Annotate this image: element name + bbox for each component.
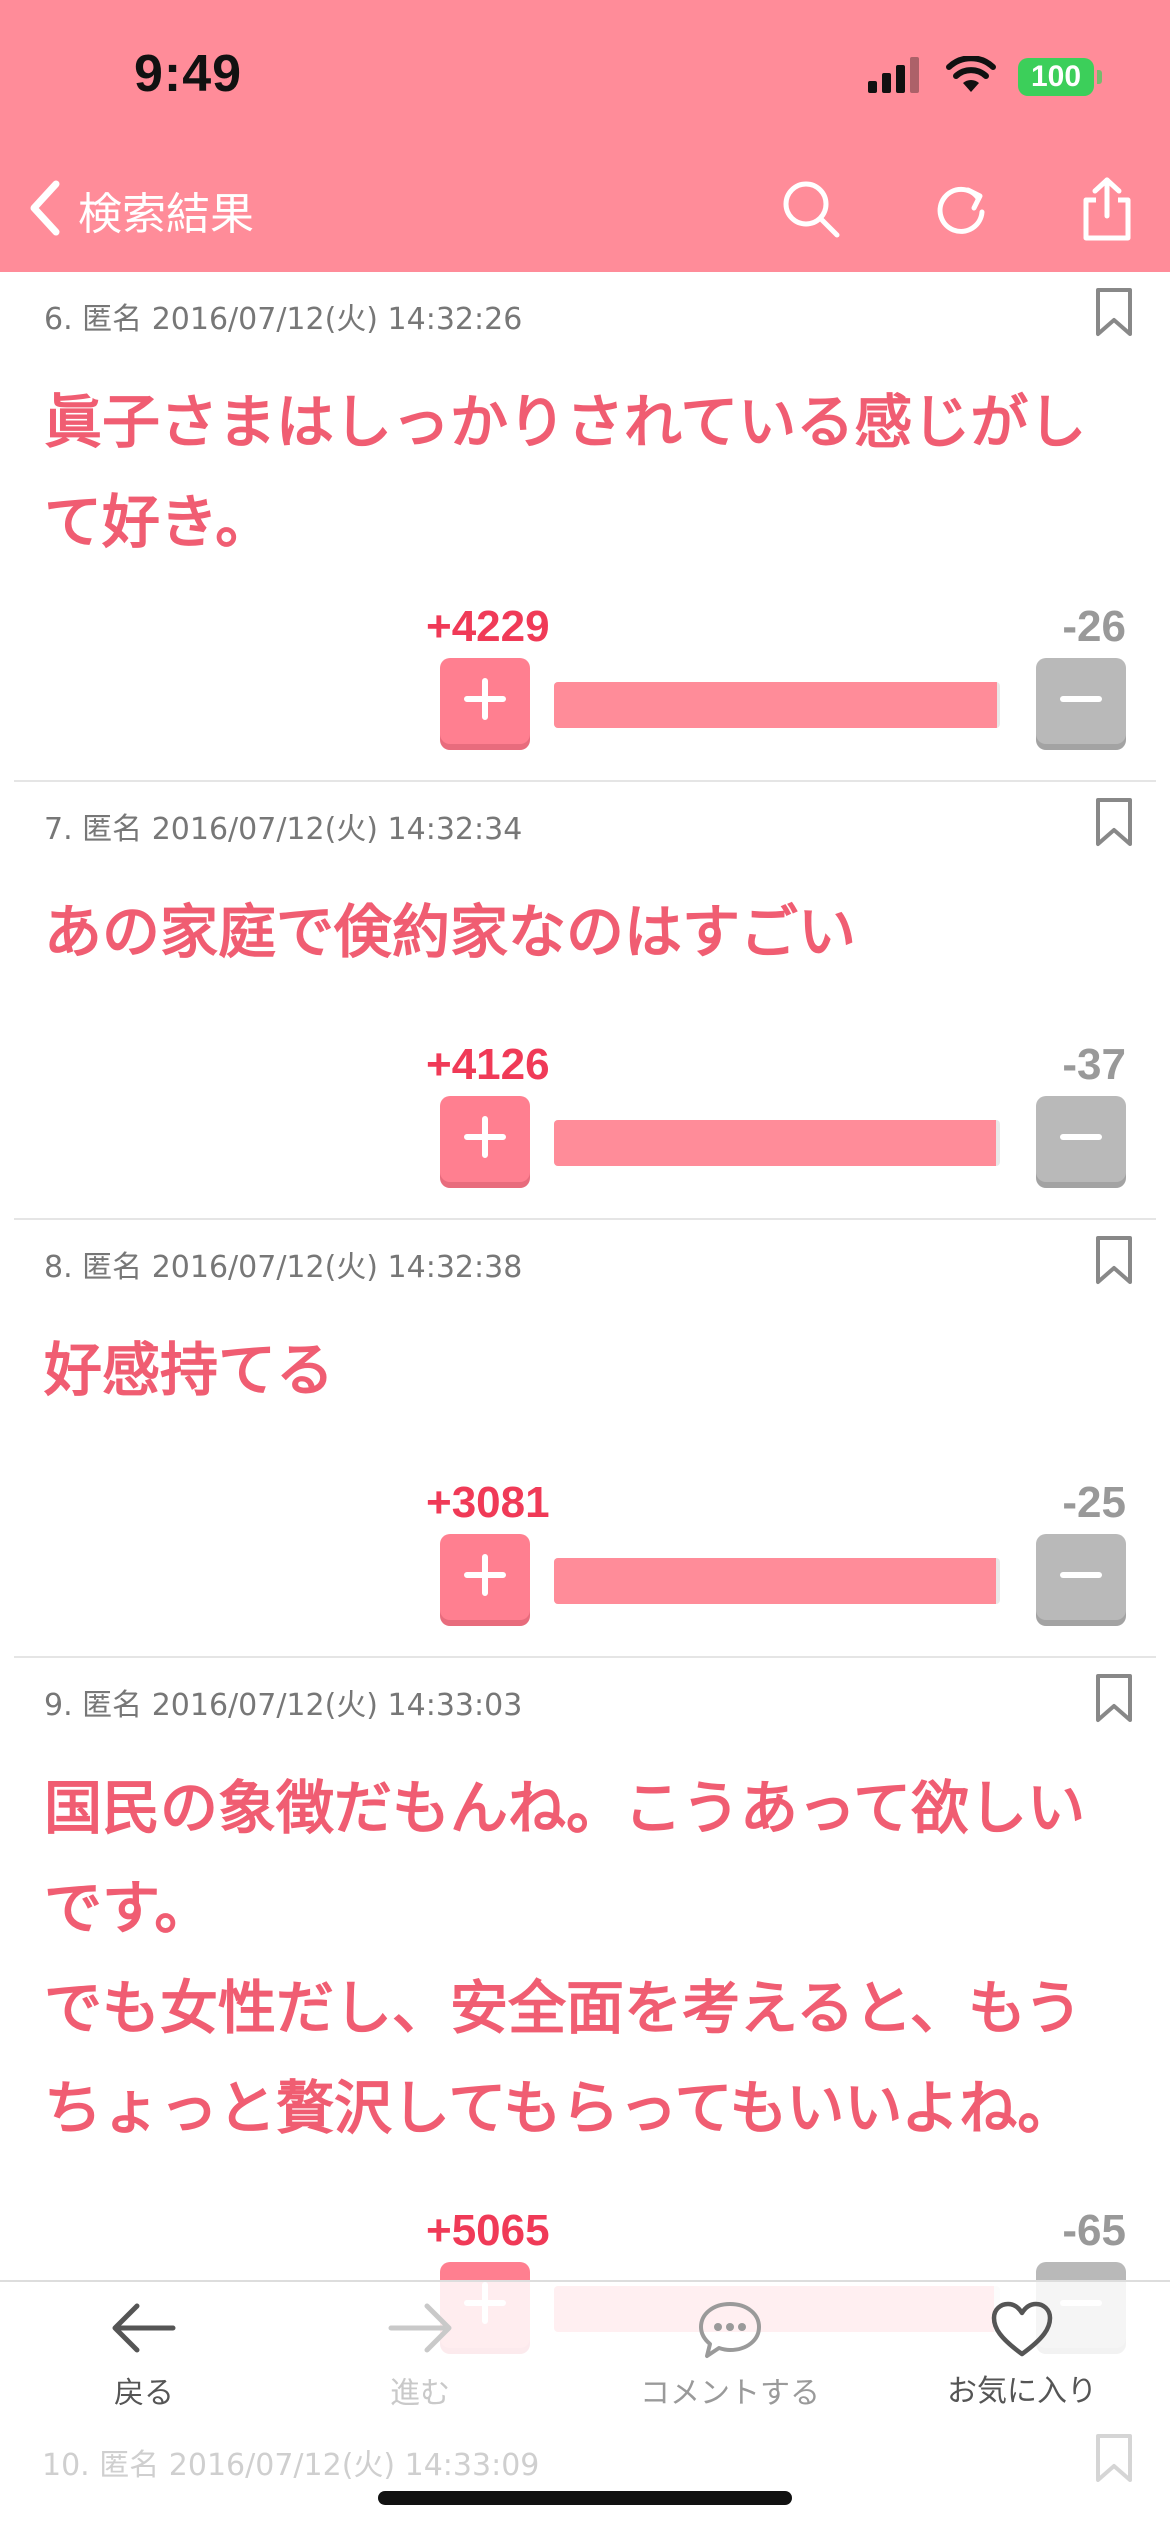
reload-icon[interactable]	[932, 180, 990, 242]
comment-meta: 6. 匿名 2016/07/12(火) 14:32:26	[44, 302, 523, 337]
forward-button[interactable]: 進む	[300, 2300, 540, 2412]
plus-count: +5065	[426, 2206, 550, 2255]
vote-ratio-bar	[554, 1558, 1000, 1604]
comment-text: 眞子さまはしっかりされている感じがして好き。	[44, 388, 1087, 556]
plus-button[interactable]	[440, 658, 530, 744]
app-screen: 9:49 100 検索結果 6. 匿名 2016/07/12(火) 14:32:…	[0, 0, 1170, 2532]
forward-label: 進む	[390, 2376, 450, 2411]
arrow-right-icon	[385, 2303, 455, 2360]
share-icon[interactable]	[1080, 176, 1134, 246]
plus-count: +4229	[426, 602, 550, 651]
comment-item: 6. 匿名 2016/07/12(火) 14:32:26 眞子さまはしっかりされ…	[14, 272, 1156, 782]
plus-icon	[463, 677, 507, 725]
header-bar: 9:49 100 検索結果	[0, 0, 1170, 272]
comment-item: 7. 匿名 2016/07/12(火) 14:32:34 あの家庭で倹約家なのは…	[14, 782, 1156, 1220]
favorite-button[interactable]: お気に入り	[902, 2300, 1142, 2410]
vote-ratio-fill	[554, 1120, 996, 1166]
comment-text: あの家庭で倹約家なのはすごい	[44, 898, 857, 966]
comment-label: コメントする	[640, 2376, 820, 2411]
comment-item: 9. 匿名 2016/07/12(火) 14:33:03 国民の象徴だもんね。こ…	[14, 1658, 1156, 2358]
chevron-left-icon	[26, 178, 66, 242]
minus-button[interactable]	[1036, 658, 1126, 744]
comment-text: 好感持てる	[44, 1336, 335, 1404]
minus-count: -65	[1062, 2206, 1126, 2255]
minus-icon	[1059, 677, 1103, 725]
plus-button[interactable]	[440, 1534, 530, 1620]
back-button[interactable]: 戻る	[24, 2300, 264, 2412]
search-icon[interactable]	[780, 178, 842, 244]
bookmark-icon[interactable]	[1094, 1672, 1134, 1728]
minus-button[interactable]	[1036, 1534, 1126, 1620]
minus-count: -25	[1062, 1478, 1126, 1527]
navigation-bar: 検索結果	[0, 168, 1170, 272]
nav-actions	[780, 176, 1134, 246]
bookmark-icon[interactable]	[1094, 796, 1134, 852]
bookmark-icon[interactable]	[1094, 286, 1134, 342]
comment-meta: 7. 匿名 2016/07/12(火) 14:32:34	[44, 812, 523, 847]
favorite-label: お気に入り	[947, 2374, 1097, 2409]
vote-ratio-bar	[554, 1120, 1000, 1166]
status-icons: 100	[868, 55, 1102, 98]
speech-bubble-icon	[697, 2302, 763, 2364]
comment-list: 6. 匿名 2016/07/12(火) 14:32:26 眞子さまはしっかりされ…	[0, 272, 1170, 2358]
minus-count: -37	[1062, 1040, 1126, 1089]
plus-count: +3081	[426, 1478, 550, 1527]
arrow-left-icon	[109, 2303, 179, 2360]
back-label: 戻る	[114, 2376, 174, 2411]
minus-button[interactable]	[1036, 1096, 1126, 1182]
comment-button[interactable]: コメントする	[610, 2300, 850, 2412]
plus-icon	[463, 1115, 507, 1163]
vote-ratio-fill	[554, 682, 998, 728]
comment-text: 国民の象徴だもんね。こうあって欲しいです。 でも女性だし、安全面を考えると、もう…	[44, 1774, 1086, 2142]
battery-indicator: 100	[1018, 58, 1102, 96]
comment-meta: 9. 匿名 2016/07/12(火) 14:33:03	[44, 1688, 523, 1723]
vote-ratio-fill	[554, 1558, 997, 1604]
nav-title: 検索結果	[78, 189, 254, 240]
vote-widget: +3081 -25	[426, 1478, 1126, 1628]
next-comment-meta: 10. 匿名 2016/07/12(火) 14:33:09	[42, 2448, 540, 2483]
heart-icon	[990, 2301, 1054, 2362]
plus-icon	[463, 1553, 507, 1601]
cellular-signal-icon	[868, 57, 924, 97]
comment-meta: 8. 匿名 2016/07/12(火) 14:32:38	[44, 1250, 523, 1285]
minus-icon	[1059, 1115, 1103, 1163]
wifi-icon	[946, 55, 996, 98]
vote-widget: +4229 -26	[426, 602, 1126, 752]
vote-widget: +4126 -37	[426, 1040, 1126, 1190]
comment-item: 8. 匿名 2016/07/12(火) 14:32:38 好感持てる +3081…	[14, 1220, 1156, 1658]
minus-icon	[1059, 1553, 1103, 1601]
bookmark-icon[interactable]	[1094, 1234, 1134, 1290]
status-time: 9:49	[134, 45, 243, 103]
home-indicator	[378, 2491, 792, 2505]
plus-button[interactable]	[440, 1096, 530, 1182]
plus-count: +4126	[426, 1040, 550, 1089]
back-to-results-button[interactable]: 検索結果	[26, 178, 254, 242]
minus-count: -26	[1062, 602, 1126, 651]
bookmark-icon[interactable]	[1094, 2432, 1134, 2488]
vote-ratio-bar	[554, 682, 1000, 728]
